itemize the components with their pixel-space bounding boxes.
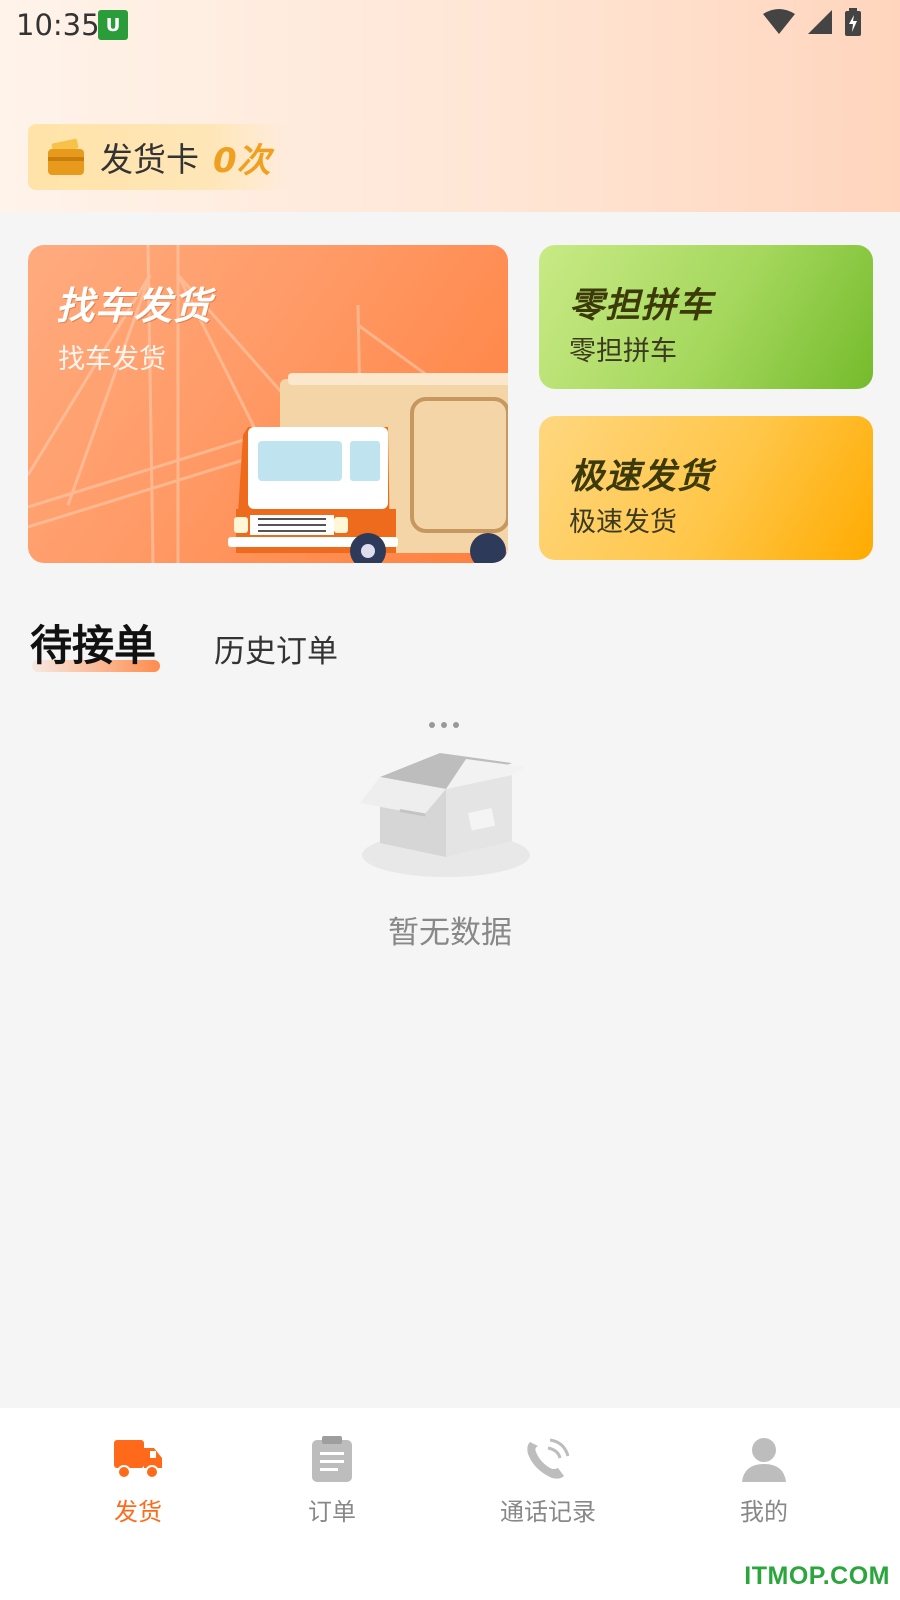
status-bar: 10:35 U bbox=[0, 0, 900, 50]
nav-label-call-log: 通话记录 bbox=[500, 1498, 596, 1526]
status-icons bbox=[762, 8, 862, 36]
delivery-card-badge[interactable]: 发货卡 0次 bbox=[28, 124, 290, 190]
nav-label-mine: 我的 bbox=[740, 1498, 788, 1526]
signal-icon bbox=[808, 10, 832, 34]
nav-label-deliver: 发货 bbox=[114, 1498, 162, 1526]
person-icon bbox=[742, 1438, 786, 1482]
phone-icon bbox=[527, 1438, 570, 1479]
delivery-card-label: 发货卡 bbox=[100, 140, 199, 179]
status-time: 10:35 bbox=[16, 8, 100, 42]
nav-item-deliver[interactable]: 发货 bbox=[68, 1436, 208, 1527]
watermark-logo: ITMOP.COM bbox=[744, 1562, 890, 1590]
truck-icon bbox=[114, 1440, 162, 1479]
find-truck-subtitle: 找车发货 bbox=[58, 344, 166, 375]
tab-history[interactable]: 历史订单 bbox=[214, 626, 338, 671]
empty-box-icon bbox=[360, 722, 530, 877]
clipboard-icon bbox=[312, 1436, 352, 1482]
empty-state-text: 暂无数据 bbox=[388, 915, 512, 951]
express-delivery-title: 极速发货 bbox=[569, 457, 714, 497]
ltl-carpool-tile[interactable]: 零担拼车 零担拼车 bbox=[539, 245, 873, 389]
header-background: 10:35 U 发货卡 0次 bbox=[0, 0, 900, 212]
battery-icon bbox=[845, 8, 861, 36]
find-truck-title: 找车发货 bbox=[56, 284, 213, 328]
wallet-icon bbox=[48, 138, 84, 175]
wifi-icon bbox=[763, 9, 795, 34]
express-delivery-tile[interactable]: 极速发货 极速发货 bbox=[539, 416, 873, 560]
nav-item-call-log[interactable]: 通话记录 bbox=[478, 1436, 618, 1527]
nav-item-mine[interactable]: 我的 bbox=[694, 1436, 834, 1527]
notification-icon: U bbox=[98, 10, 128, 40]
delivery-card-count: 0次 bbox=[213, 140, 271, 181]
nav-label-orders: 订单 bbox=[308, 1498, 356, 1526]
nav-item-orders[interactable]: 订单 bbox=[262, 1436, 402, 1527]
express-delivery-subtitle: 极速发货 bbox=[569, 507, 677, 538]
ltl-carpool-subtitle: 零担拼车 bbox=[569, 336, 677, 367]
ltl-carpool-title: 零担拼车 bbox=[569, 286, 714, 326]
tab-pending[interactable]: 待接单 bbox=[30, 612, 156, 673]
find-truck-tile[interactable]: 找车发货 找车发货 bbox=[28, 245, 508, 563]
